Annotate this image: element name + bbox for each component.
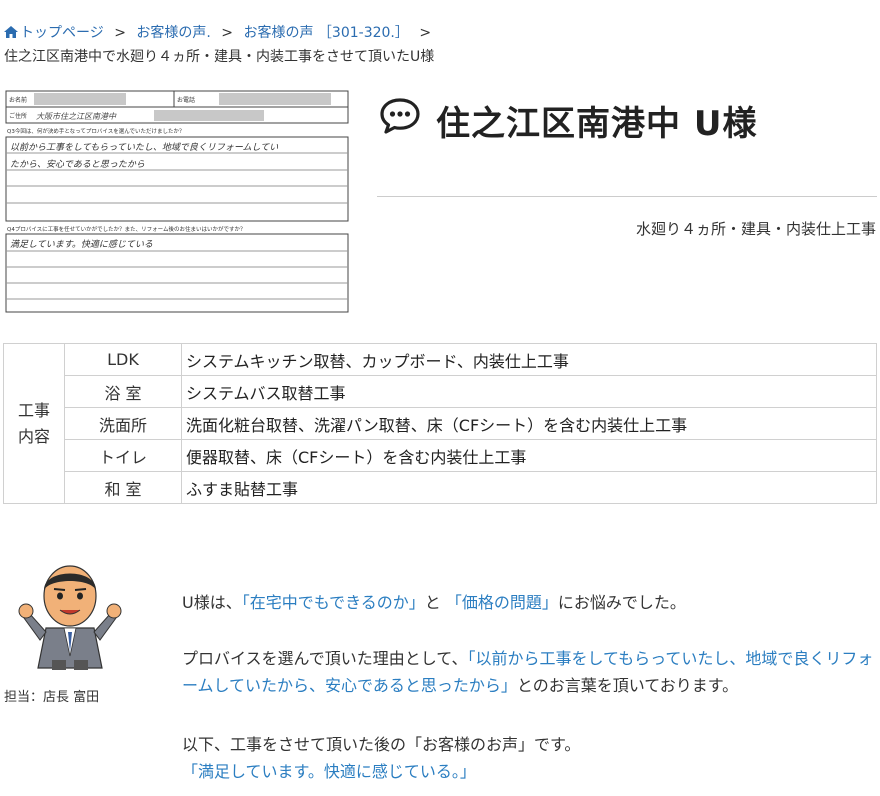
- message-text: と: [424, 593, 441, 612]
- speech-bubble-icon: [380, 98, 436, 143]
- message-text: にお悩みでした。: [557, 593, 686, 612]
- message-paragraph-2: プロバイスを選んで頂いた理由として、「以前から工事をしてもらっていたし、地域で良…: [182, 645, 876, 699]
- table-row: 浴 室 システムバス取替工事: [4, 375, 877, 408]
- home-icon[interactable]: [4, 26, 18, 38]
- work-summary: 水廻り４ヵ所・建具・内装仕上工事: [635, 220, 876, 238]
- room-cell: トイレ: [64, 439, 182, 472]
- desc-cell: 便器取替、床（CFシート）を含む内装仕上工事: [181, 439, 877, 472]
- table-row: 洗面所 洗面化粧台取替、洗濯パン取替、床（CFシート）を含む内装仕上工事: [4, 407, 877, 440]
- title-text: 住之江区南港中 U様: [436, 104, 758, 144]
- title-block: 住之江区南港中 U様: [380, 96, 880, 145]
- breadcrumb: トップページ > お客様の声. > お客様の声 ［301-320.］ >: [4, 22, 437, 42]
- scan-phone-label: お電話: [177, 96, 195, 104]
- page-subtitle: 住之江区南港中で水廻り４ヵ所・建具・内装工事をさせて頂いたU様: [4, 49, 435, 65]
- title-divider: [377, 196, 877, 197]
- desc-cell: システムバス取替工事: [181, 375, 877, 408]
- scan-address-label: ご住所: [9, 112, 27, 120]
- page-title: 住之江区南港中 U様: [380, 96, 880, 145]
- scan-q3-answer-2: たから、安心であると思ったから: [10, 159, 145, 170]
- desc-cell: 洗面化粧台取替、洗濯パン取替、床（CFシート）を含む内装仕上工事: [181, 407, 877, 440]
- room-cell: LDK: [64, 343, 182, 376]
- scan-address-handwriting: 大阪市住之江区南港中: [36, 112, 117, 121]
- breadcrumb-voices-range[interactable]: お客様の声 ［301-320.］: [243, 25, 408, 41]
- breadcrumb-voices[interactable]: お客様の声.: [136, 25, 210, 41]
- category-line-2: 内容: [17, 426, 50, 446]
- room-cell: 浴 室: [64, 375, 182, 408]
- breadcrumb-separator: >: [419, 25, 432, 41]
- message-highlight: 「価格の問題」: [445, 593, 558, 612]
- scan-name-label: お名前: [9, 96, 27, 104]
- scan-q3-answer-1: 以前から工事をしてもらっていたし、地域で良くリフォームしてい: [10, 142, 278, 153]
- breadcrumb-separator: >: [114, 25, 126, 41]
- scan-q4-answer: 満足しています。快適に感じている: [10, 239, 153, 250]
- breadcrumb-home[interactable]: トップページ: [20, 25, 104, 41]
- message-paragraph-1: U様は、「在宅中でもできるのか」と 「価格の問題」にお悩みでした。: [182, 589, 876, 616]
- message-text: プロバイスを選んで頂いた理由として、: [182, 649, 468, 668]
- works-table: 工事 内容 LDK システムキッチン取替、カップボード、内装仕上工事 浴 室 シ…: [3, 343, 877, 504]
- room-cell: 洗面所: [64, 407, 182, 440]
- scan-q3: Q3今回は、何が決め手となってプロバイスを選んでいただけましたか？: [7, 127, 184, 135]
- customer-voice-quote: 「満足しています。快適に感じている。」: [182, 762, 476, 782]
- desc-cell: システムキッチン取替、カップボード、内装仕上工事: [181, 343, 877, 376]
- message-paragraph-3: 以下、工事をさせて頂いた後の「お客様のお声」です。 「満足しています。快適に感じ…: [182, 731, 876, 785]
- message-highlight: 「在宅中でもできるのか」: [241, 593, 425, 612]
- message-text: とのお言葉を頂いております。: [516, 676, 739, 696]
- scan-q4: Q4プロバイスに工事を任せていかがでしたか？また、リフォーム後のお住まいはいかが…: [7, 225, 246, 233]
- table-row: 工事 内容 LDK システムキッチン取替、カップボード、内装仕上工事: [3, 343, 877, 504]
- message-text: 以下、工事をさせて頂いた後の「お客様のお声」です。: [182, 735, 581, 754]
- questionnaire-scan-image[interactable]: お名前 お電話 ご住所 大阪市住之江区南港中 Q3今回は、何が決め手となってプロ…: [4, 89, 350, 315]
- staff-illustration: [16, 556, 124, 672]
- staff-caption: 担当：店長 富田: [4, 690, 100, 705]
- category-line-1: 工事: [17, 400, 50, 420]
- breadcrumb-separator: >: [221, 25, 234, 41]
- room-cell: 和 室: [64, 471, 182, 504]
- table-row: 和 室 ふすま貼替工事: [4, 471, 877, 504]
- desc-cell: ふすま貼替工事: [181, 471, 877, 504]
- table-row: トイレ 便器取替、床（CFシート）を含む内装仕上工事: [4, 439, 877, 472]
- message-text: U様は、: [182, 593, 242, 612]
- category-cell: 工事 内容: [3, 343, 65, 504]
